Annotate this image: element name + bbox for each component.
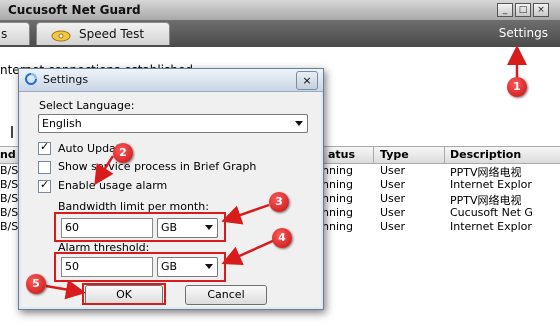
annotation-badge-4: 4: [272, 228, 292, 248]
annotation-arrows: [45, 45, 527, 300]
annotation-badge-2: 2: [113, 143, 133, 163]
annotation-badge-3: 3: [269, 192, 289, 212]
annotation-badge-1: 1: [507, 77, 527, 97]
annotation-badge-5: 5: [26, 274, 46, 294]
